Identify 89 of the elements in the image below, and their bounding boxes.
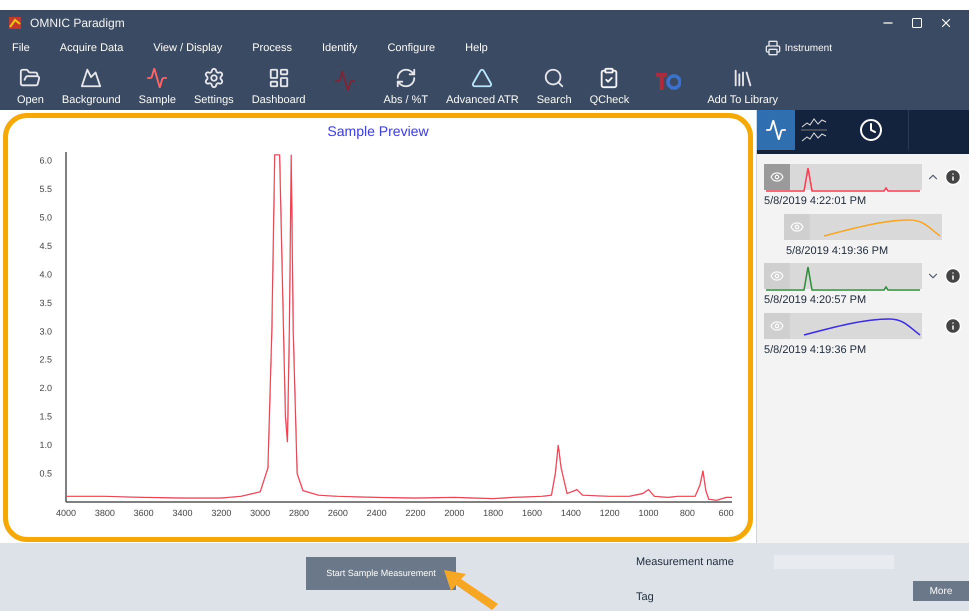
info-icon[interactable] [944, 267, 962, 285]
x-tick-label: 1400 [560, 508, 581, 518]
toolbar-button[interactable]: Open [8, 62, 53, 108]
x-tick-label: 1600 [522, 508, 542, 518]
toolbar-button[interactable]: Dashboard [242, 62, 315, 108]
spectrum-icon [146, 66, 168, 88]
info-icon[interactable] [944, 168, 962, 186]
spectrum-icon [765, 119, 787, 141]
tag-label: Tag [636, 590, 655, 604]
app-logo-icon [8, 16, 22, 30]
spectrum-icon [334, 70, 356, 92]
toolbar-button[interactable]: Background [52, 62, 130, 108]
x-tick-label: 1000 [638, 508, 659, 518]
y-tick-label: 4.0 [39, 269, 52, 280]
clock-icon [858, 118, 882, 142]
menu-item[interactable]: Identify [322, 40, 358, 56]
x-tick-label: 800 [680, 508, 695, 518]
x-tick-label: 1800 [483, 508, 504, 518]
menu-item[interactable]: Acquire Data [60, 40, 124, 56]
spectrum-timestamp: 5/8/2019 4:20:57 PM [764, 293, 868, 308]
maximize-icon[interactable] [911, 17, 923, 29]
x-tick-label: 3000 [250, 508, 270, 518]
info-icon[interactable] [944, 316, 962, 334]
x-tick-label: 3800 [94, 508, 115, 518]
spectrum-timestamp: 5/8/2019 4:19:36 PM [764, 342, 868, 358]
y-tick-label: 3.5 [39, 298, 52, 308]
measurement-name-label: Measurement name [636, 555, 734, 570]
search-icon [543, 66, 566, 88]
x-tick-label: 2000 [444, 508, 464, 518]
toolbar-button[interactable]: Advanced ATR [437, 62, 528, 108]
y-tick-label: 1.0 [39, 440, 52, 450]
more-button[interactable]: More [913, 581, 969, 601]
x-tick-label: 2200 [406, 508, 426, 518]
x-tick-label: 2800 [288, 508, 310, 518]
visibility-toggle[interactable] [764, 263, 790, 289]
eye-icon [790, 220, 804, 234]
spectrum-thumbnail[interactable] [784, 214, 942, 240]
toolbar-button[interactable]: Settings [184, 62, 243, 108]
menu-item[interactable]: Process [252, 40, 292, 56]
toolbar-button[interactable]: Search [528, 62, 581, 108]
x-tick-label: 600 [718, 508, 734, 518]
mountain-icon [80, 66, 102, 88]
y-tick-label: 5.5 [39, 184, 52, 194]
y-tick-label: 1.5 [39, 412, 52, 422]
x-tick-label: 3400 [172, 508, 193, 518]
visibility-toggle[interactable] [784, 214, 810, 240]
x-tick-label: 2400 [366, 508, 387, 518]
instrument-icon [764, 40, 781, 56]
toolbar-button[interactable]: Abs / %T [374, 62, 438, 108]
y-tick-label: 4.5 [39, 240, 52, 251]
x-tick-label: 1200 [600, 508, 620, 518]
refresh-icon [394, 66, 417, 88]
instrument-button[interactable]: Instrument [764, 40, 832, 56]
start-measurement-button[interactable]: Start Sample Measurement [306, 557, 456, 590]
toolbar-button[interactable]: Add To Library [698, 62, 788, 108]
spectrum-thumbnail[interactable] [764, 312, 922, 338]
folder-icon [19, 66, 42, 88]
y-tick-label: 6.0 [39, 156, 52, 166]
gear-icon [202, 66, 225, 88]
menu-item[interactable]: Help [465, 40, 488, 56]
y-tick-label: 5.0 [39, 212, 52, 222]
prism-icon [471, 66, 494, 88]
y-tick-label: 3.0 [39, 326, 52, 336]
visibility-toggle[interactable] [764, 312, 790, 338]
tq-logo-icon [655, 70, 682, 92]
dashboard-icon [268, 66, 290, 88]
eye-icon [770, 170, 784, 184]
menu-item[interactable]: View / Display [153, 40, 222, 56]
close-icon[interactable] [939, 16, 953, 30]
eye-icon [770, 318, 784, 332]
toolbar-button[interactable]: Sample [130, 62, 185, 108]
x-tick-label: 3200 [211, 508, 232, 518]
spectrum-timestamp: 5/8/2019 4:22:01 PM [764, 194, 868, 209]
x-tick-label: 2600 [328, 508, 348, 518]
chart-title: Sample Preview [327, 122, 429, 141]
visibility-toggle[interactable] [764, 164, 790, 190]
menu-item[interactable]: Configure [387, 40, 436, 56]
clipboard-icon [598, 66, 620, 88]
overlay-view-tab[interactable] [757, 110, 795, 150]
window-title: OMNIC Paradigm [30, 15, 125, 32]
toolbar-button[interactable]: QCheck [580, 62, 638, 108]
y-tick-label: 2.5 [39, 354, 52, 365]
eye-icon [770, 269, 784, 283]
menu-item[interactable]: File [12, 40, 30, 56]
y-tick-label: 0.5 [39, 468, 52, 479]
x-tick-label: 4000 [56, 508, 76, 518]
x-tick-label: 3600 [134, 508, 154, 518]
y-tick-label: 2.0 [39, 383, 52, 394]
spectrum-timestamp: 5/8/2019 4:19:36 PM [786, 244, 890, 258]
